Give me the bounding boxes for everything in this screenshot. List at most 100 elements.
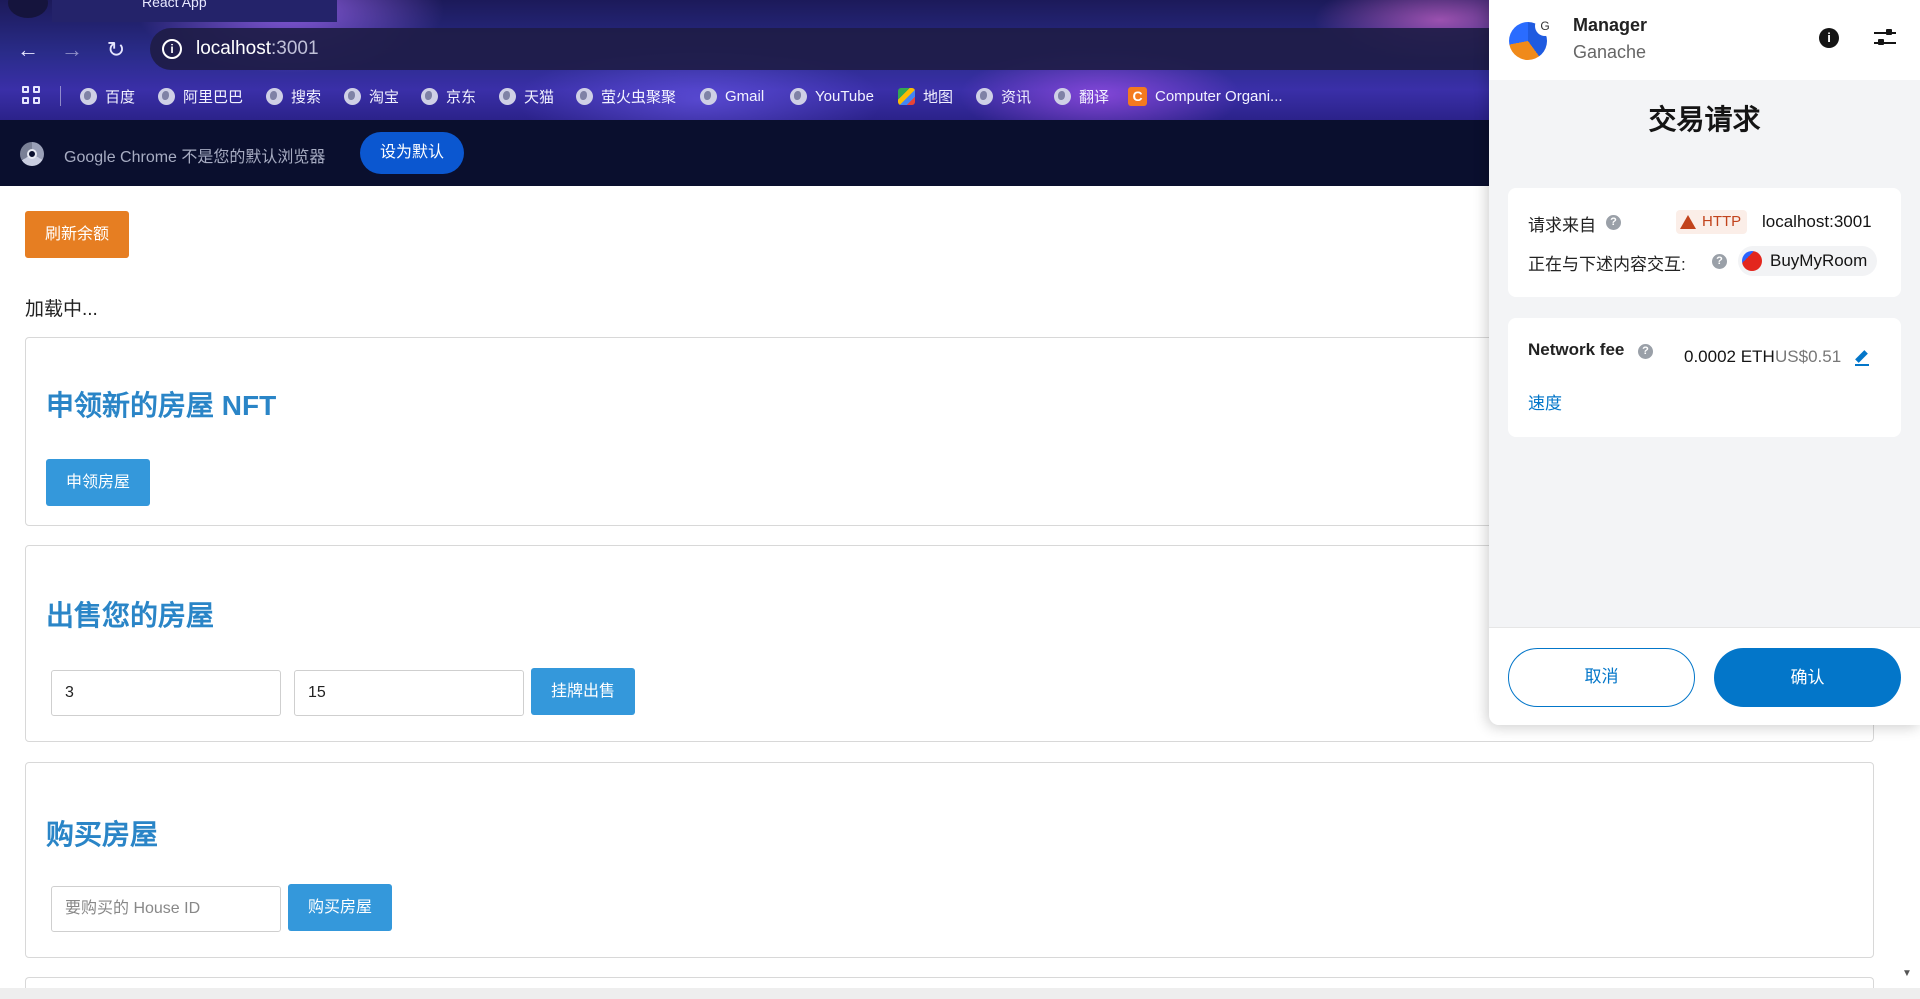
forward-arrow-icon[interactable]: → (56, 34, 88, 66)
request-origin-box: 请求来自 ? HTTP localhost:3001 正在与下述内容交互: ? … (1508, 188, 1901, 297)
bookmark-label: 淘宝 (369, 88, 400, 106)
globe-icon (976, 87, 993, 105)
fee-eth: 0.0002 ETH (1684, 347, 1775, 366)
globe-icon (421, 87, 438, 105)
c-logo-icon: C (1128, 86, 1147, 106)
bookmark-taobao[interactable]: 淘宝 (344, 84, 399, 108)
edit-fee-icon[interactable] (1855, 350, 1869, 366)
origin-url: localhost:3001 (1762, 212, 1872, 231)
globe-icon (790, 87, 807, 105)
bookmark-label: 阿里巴巴 (183, 88, 244, 106)
metamask-popup: G Manager Ganache i 交易请求 请求来自 ? HTTP loc… (1489, 0, 1920, 725)
interacting-label: 正在与下述内容交互: (1528, 255, 1686, 274)
globe-icon (576, 87, 593, 105)
globe-icon (80, 87, 97, 105)
account-name: Manager (1573, 15, 1648, 35)
help-icon[interactable]: ? (1606, 215, 1621, 230)
bookmark-gmail[interactable]: Gmail (700, 84, 764, 108)
buy-title: 购买房屋 (46, 819, 159, 850)
buy-house-button[interactable]: 购买房屋 (288, 884, 392, 931)
globe-icon (266, 87, 283, 105)
bookmark-translate[interactable]: 翻译 (1054, 84, 1109, 108)
claim-title: 申领新的房屋 NFT (46, 390, 277, 421)
tab-active[interactable]: React App (52, 0, 337, 22)
url-host: localhost (196, 38, 271, 59)
scroll-down-arrow-icon[interactable]: ▼ (1900, 968, 1914, 982)
globe-icon (1054, 87, 1071, 105)
metamask-header: G Manager Ganache i (1489, 0, 1920, 80)
bookmark-label: Computer Organi... (1155, 87, 1283, 105)
site-info-icon[interactable]: i (162, 39, 182, 59)
bookmark-label: 地图 (923, 88, 954, 106)
list-for-sale-button[interactable]: 挂牌出售 (531, 668, 635, 715)
bookmark-baidu[interactable]: 百度 (80, 84, 135, 108)
bookmark-maps[interactable]: 地图 (898, 84, 953, 108)
bottom-edge-bar (0, 988, 1920, 999)
globe-icon (344, 87, 361, 105)
bookmark-label: 百度 (105, 88, 136, 106)
network-fee-box: Network fee ? 0.0002 ETH US$0.51 速度 (1508, 318, 1901, 437)
fee-usd: US$0.51 (1775, 347, 1842, 366)
globe-icon (499, 87, 516, 105)
contract-pill[interactable]: BuyMyRoom (1738, 246, 1878, 276)
chrome-logo-icon (20, 142, 44, 166)
network-fee-label: Network fee (1528, 340, 1625, 359)
bookmark-jd[interactable]: 京东 (421, 84, 476, 108)
reload-icon[interactable]: ↻ (100, 34, 132, 66)
loading-text: 加载中... (25, 299, 98, 320)
sell-title: 出售您的房屋 (46, 600, 215, 631)
confirm-button[interactable]: 确认 (1714, 648, 1901, 707)
help-icon[interactable]: ? (1712, 254, 1727, 269)
dialog-title: 交易请求 (1648, 104, 1761, 135)
http-label: HTTP (1702, 213, 1742, 230)
sell-house-id-input[interactable]: 3 (51, 670, 281, 716)
bookmark-label: Gmail (725, 87, 765, 105)
request-from-label: 请求来自 (1528, 216, 1596, 235)
sell-price-input[interactable]: 15 (294, 670, 524, 716)
network-name: Ganache (1573, 42, 1647, 62)
help-icon[interactable]: ? (1638, 344, 1653, 359)
metamask-footer: 取消 确认 (1489, 627, 1920, 725)
globe-icon (158, 87, 175, 105)
contract-avatar (1742, 251, 1762, 271)
network-badge: G (1535, 16, 1555, 36)
buy-house-id-input[interactable]: 要购买的 House ID (51, 886, 281, 932)
warning-icon (1680, 215, 1696, 229)
cancel-button[interactable]: 取消 (1508, 648, 1695, 707)
address-bar[interactable]: i localhost:3001 (150, 28, 1510, 70)
contract-name: BuyMyRoom (1770, 251, 1868, 270)
bookmark-label: 萤火虫聚聚 (601, 88, 677, 106)
bookmark-label: YouTube (815, 87, 874, 105)
http-warning-badge: HTTP (1676, 210, 1748, 234)
apps-grid-icon[interactable] (22, 86, 42, 106)
bookmark-label: 搜索 (291, 88, 322, 106)
bookmark-label: 天猫 (524, 88, 555, 106)
bookmark-alibaba[interactable]: 阿里巴巴 (158, 84, 243, 108)
refresh-balance-button[interactable]: 刷新余额 (25, 211, 129, 258)
back-arrow-icon[interactable]: ← (12, 34, 44, 66)
claim-house-button[interactable]: 申领房屋 (46, 459, 150, 506)
bookmark-youtube[interactable]: YouTube (790, 84, 874, 108)
bookmark-tmall[interactable]: 天猫 (499, 84, 554, 108)
bookmark-label: 翻译 (1079, 88, 1110, 106)
buy-house-card: 购买房屋 要购买的 House ID 购买房屋 (25, 762, 1874, 958)
speed-link[interactable]: 速度 (1528, 389, 1562, 414)
maps-icon (898, 87, 915, 105)
bookmark-search[interactable]: 搜索 (266, 84, 321, 108)
infobar-message: Google Chrome 不是您的默认浏览器 (64, 149, 326, 166)
bookmarks-bar: 百度 阿里巴巴 搜索 淘宝 京东 天猫 萤火虫聚聚 Gmail YouTube … (0, 80, 1480, 112)
set-default-button[interactable]: 设为默认 (360, 132, 464, 174)
url-port: :3001 (271, 38, 319, 59)
bookmark-computer-organization[interactable]: C Computer Organi... (1128, 84, 1283, 108)
bookmark-label: 京东 (446, 88, 477, 106)
bookmark-label: 资讯 (1001, 88, 1032, 106)
tab-search-button[interactable] (8, 0, 48, 18)
url-text: localhost:3001 (196, 38, 319, 60)
bookmark-firefly[interactable]: 萤火虫聚聚 (576, 84, 676, 108)
info-icon[interactable]: i (1819, 28, 1839, 48)
bookmark-news[interactable]: 资讯 (976, 84, 1031, 108)
settings-sliders-icon[interactable] (1874, 27, 1896, 49)
globe-icon (700, 87, 717, 105)
bookmarks-separator (60, 86, 61, 106)
tab-title: React App (142, 0, 207, 10)
